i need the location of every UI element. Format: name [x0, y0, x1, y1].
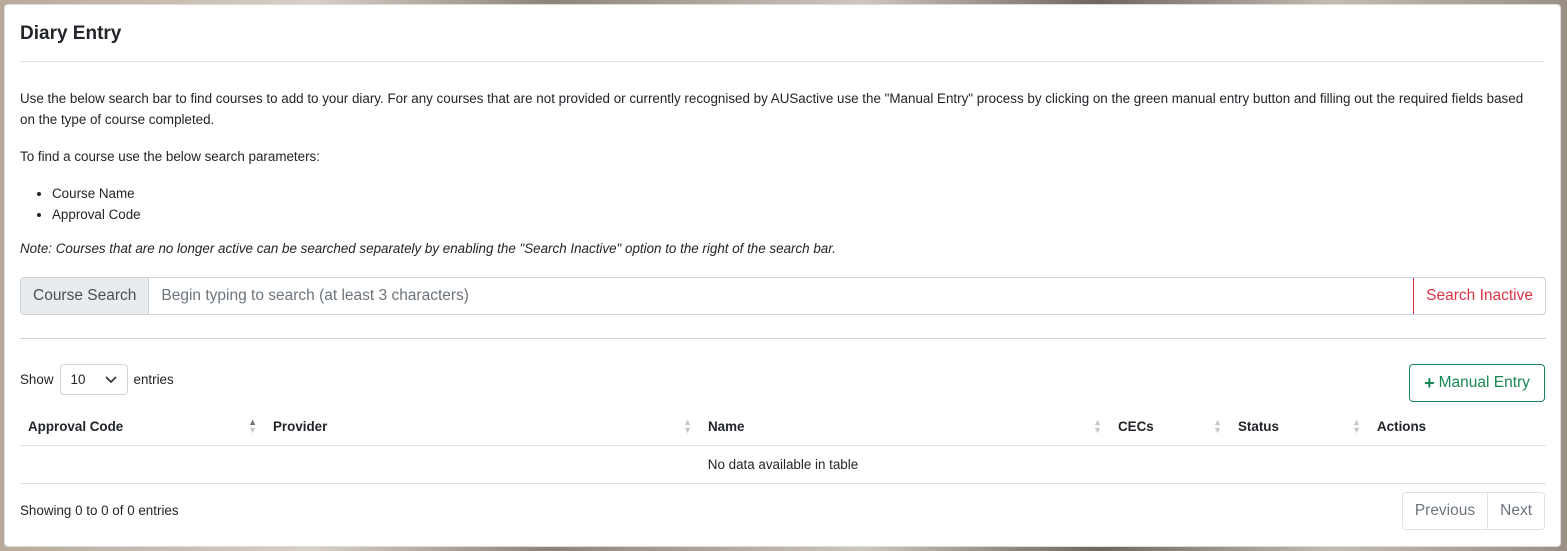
- params-heading: To find a course use the below search pa…: [20, 149, 320, 164]
- course-search-group: Course Search Search Inactive: [20, 277, 1546, 315]
- manual-entry-label: Manual Entry: [1438, 374, 1530, 391]
- empty-message: No data available in table: [20, 445, 1546, 484]
- plus-icon: +: [1424, 373, 1435, 393]
- col-approval-code[interactable]: Approval Code ▲ ▼: [20, 409, 265, 446]
- divider: [20, 338, 1546, 339]
- table-row: No data available in table: [20, 445, 1546, 484]
- param-approval-code: Approval Code: [52, 204, 141, 225]
- course-search-input[interactable]: [149, 278, 1414, 314]
- col-status[interactable]: Status ▲ ▼: [1230, 409, 1369, 446]
- diary-entry-card: Diary Entry Use the below search bar to …: [4, 4, 1561, 547]
- table-info: Showing 0 to 0 of 0 entries: [20, 503, 179, 518]
- entries-select[interactable]: 10: [59, 364, 128, 395]
- sort-icon: ▲ ▼: [1352, 417, 1361, 435]
- param-course-name: Course Name: [52, 183, 141, 204]
- next-button[interactable]: Next: [1487, 493, 1544, 529]
- length-prefix: Show: [20, 372, 54, 387]
- manual-entry-button[interactable]: + Manual Entry: [1409, 364, 1545, 402]
- courses-table: Approval Code ▲ ▼ Provider ▲ ▼ Name ▲ ▼ CEC…: [20, 409, 1546, 484]
- col-provider[interactable]: Provider ▲ ▼: [265, 409, 700, 446]
- sort-icon: ▲ ▼: [683, 417, 692, 435]
- chevron-down-icon: [104, 373, 117, 387]
- sort-icon: ▲ ▼: [1093, 417, 1102, 435]
- entries-select-value: 10: [70, 372, 86, 387]
- inactive-note: Note: Courses that are no longer active …: [20, 241, 836, 256]
- course-search-label: Course Search: [21, 278, 150, 314]
- pagination: Previous Next: [1401, 492, 1545, 530]
- col-name[interactable]: Name ▲ ▼: [700, 409, 1110, 446]
- card-title: Diary Entry: [20, 5, 1545, 62]
- intro-paragraph: Use the below search bar to find courses…: [20, 91, 1524, 127]
- sort-icon: ▲ ▼: [1213, 417, 1222, 435]
- col-cecs[interactable]: CECs ▲ ▼: [1110, 409, 1230, 446]
- sort-asc-icon: ▲ ▼: [248, 417, 257, 435]
- table-header-row: Approval Code ▲ ▼ Provider ▲ ▼ Name ▲ ▼ CEC…: [20, 409, 1546, 446]
- search-inactive-button[interactable]: Search Inactive: [1413, 278, 1545, 314]
- length-suffix: entries: [133, 372, 174, 387]
- search-params-list: Course Name Approval Code: [20, 183, 141, 225]
- col-actions: Actions: [1369, 409, 1546, 446]
- length-menu: Show 10 entries: [20, 364, 174, 395]
- previous-button[interactable]: Previous: [1402, 493, 1488, 529]
